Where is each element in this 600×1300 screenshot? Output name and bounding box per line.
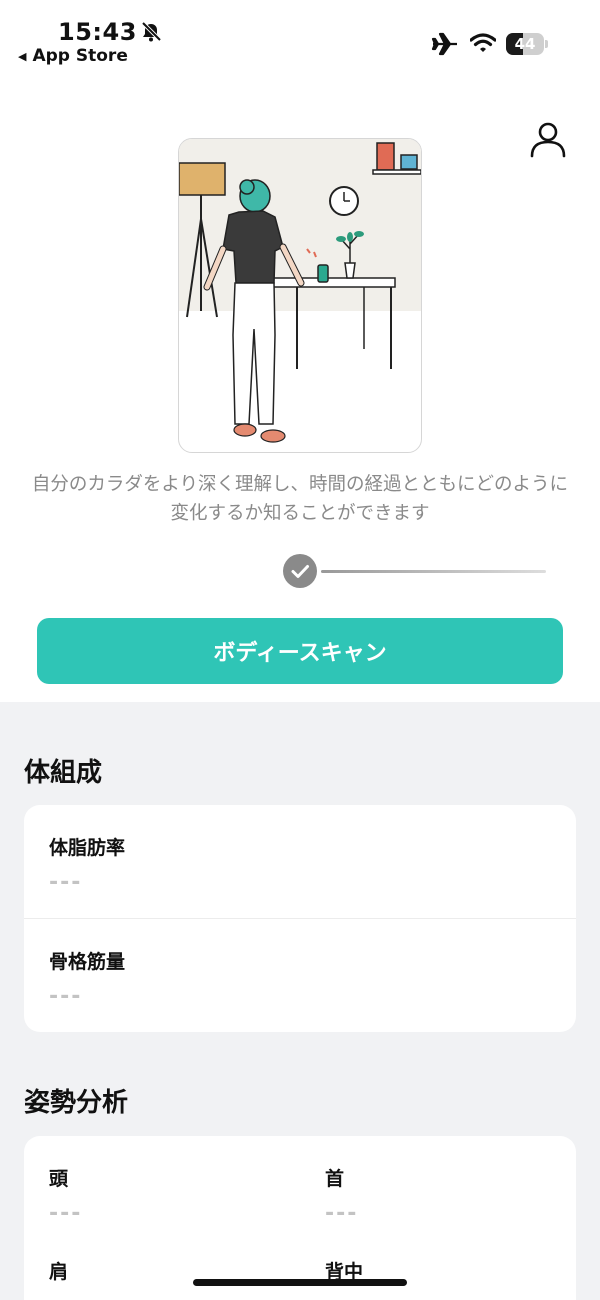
wifi-icon (470, 33, 496, 52)
metric-value-neck: --- (325, 1201, 359, 1226)
onboarding-description: 自分のカラダをより深く理解し、時間の経過とともにどのように変化するか知ることがで… (31, 474, 569, 524)
status-time: 15:43 (58, 18, 137, 46)
battery-level: 44 (514, 35, 536, 53)
person-icon[interactable] (528, 120, 568, 160)
metric-value: --- (49, 984, 83, 1009)
woman-at-table-illustration (179, 139, 421, 443)
posture-analysis-card: 頭 --- 首 --- 肩 背中 (24, 1136, 576, 1300)
onboarding-progress (283, 554, 553, 590)
metric-value-head: --- (49, 1201, 83, 1226)
metric-label: 体脂肪率 (49, 837, 126, 859)
body-scan-button[interactable]: ボディースキャン (37, 618, 563, 684)
progress-track (321, 570, 546, 573)
airplane-icon (431, 32, 457, 56)
metric-row-muscle-mass[interactable]: 骨格筋量 --- (24, 919, 576, 1032)
metric-value: --- (49, 870, 83, 895)
back-to-app-store[interactable]: ◀ App Store (18, 46, 128, 66)
metric-row-body-fat[interactable]: 体脂肪率 --- (24, 805, 576, 918)
onboarding-illustration (178, 138, 422, 453)
posture-analysis-title: 姿勢分析 (24, 1088, 129, 1118)
battery-icon: 44 (506, 33, 548, 55)
metric-label-head: 頭 (49, 1168, 69, 1190)
back-app-label: App Store (32, 46, 128, 66)
back-triangle-icon: ◀ (18, 49, 27, 63)
metric-label-neck: 首 (325, 1168, 345, 1190)
body-composition-card: 体脂肪率 --- 骨格筋量 --- (24, 805, 576, 1032)
home-indicator[interactable] (193, 1279, 407, 1286)
bell-slash-icon (141, 21, 162, 42)
results-section: 体組成 体脂肪率 --- 骨格筋量 --- 姿勢分析 頭 --- 首 --- 肩… (0, 702, 600, 1300)
body-composition-title: 体組成 (24, 758, 103, 788)
metric-label-shoulder: 肩 (49, 1261, 69, 1283)
check-icon (283, 554, 317, 588)
status-bar: 15:43 ◀ App Store 44 (0, 0, 600, 70)
metric-label: 骨格筋量 (49, 951, 126, 973)
